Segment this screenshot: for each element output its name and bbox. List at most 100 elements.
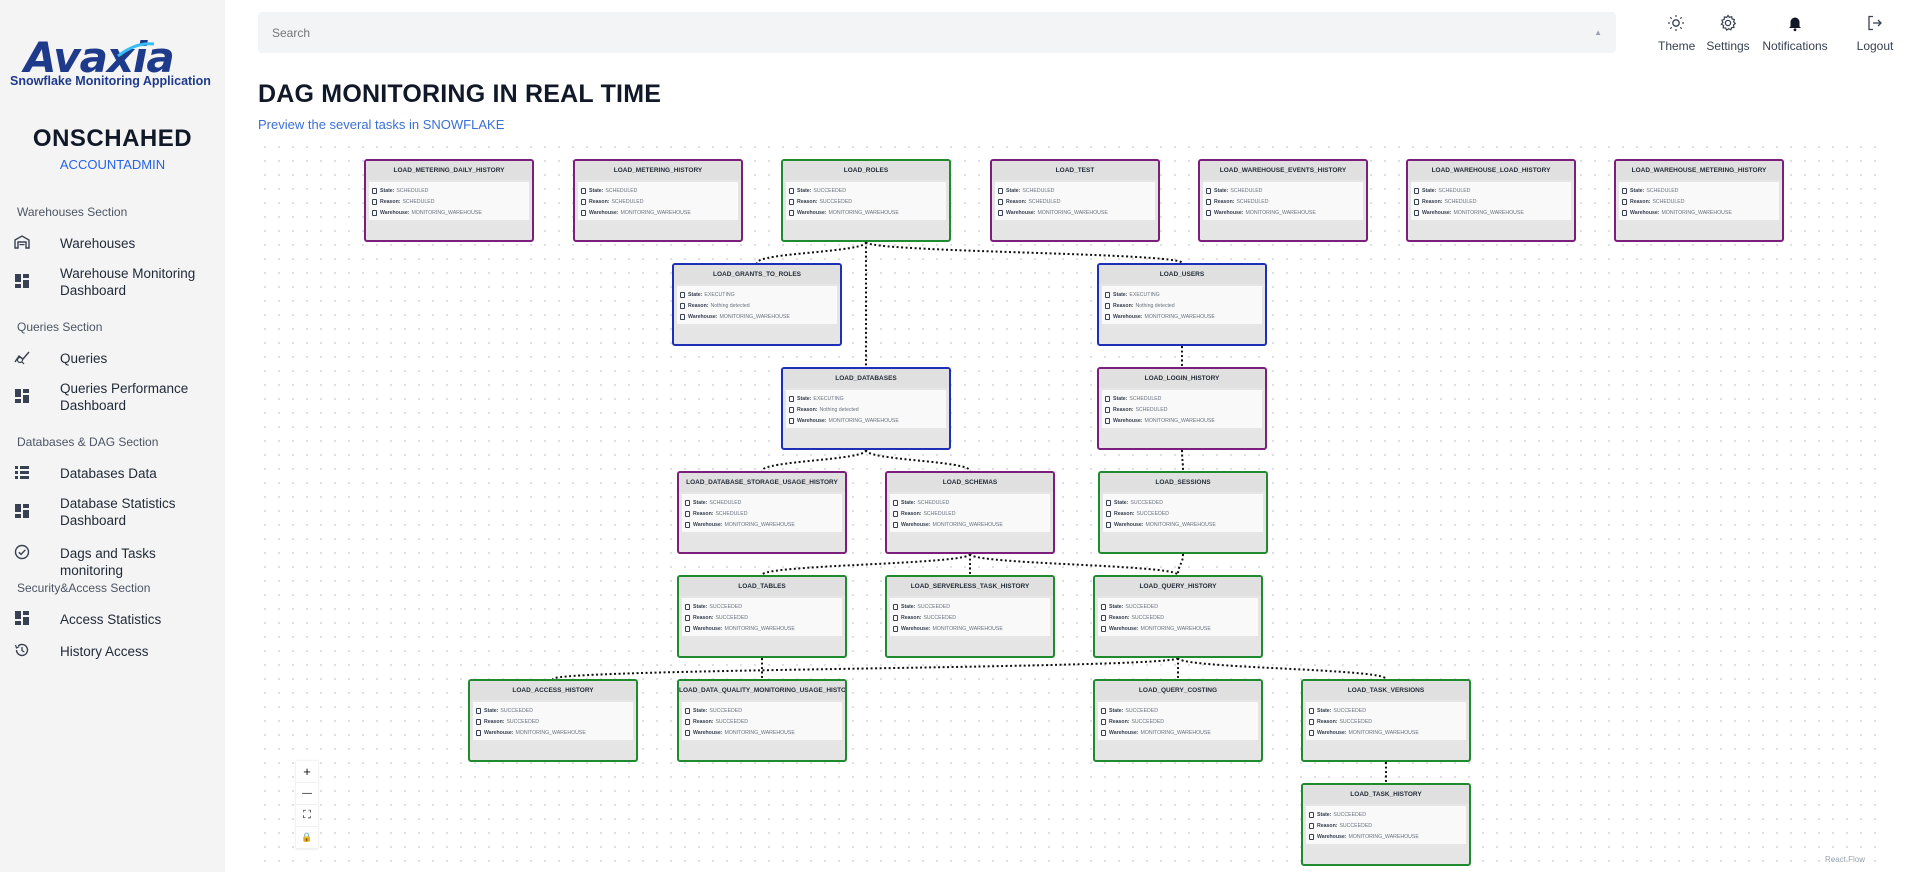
app-logo[interactable]: Avaxia Snowflake Monitoring Application xyxy=(10,36,211,92)
dag-node[interactable]: LOAD_WAREHOUSE_METERING_HISTORY State: SCH… xyxy=(1614,159,1784,242)
dag-node[interactable]: LOAD_DATABASE_STORAGE_USAGE_HISTORY State… xyxy=(677,471,847,554)
sidebar-item-label: Warehouses xyxy=(60,236,136,251)
dag-node-handle[interactable] xyxy=(1387,864,1389,866)
dag-node-warehouse-row: Warehouse: MONITORING_WAREHOUSE xyxy=(685,519,839,530)
info-icon xyxy=(476,718,481,725)
warehouse-icon xyxy=(1309,833,1314,840)
dag-node[interactable]: LOAD_SERVERLESS_TASK_HISTORY State: SUCCEE… xyxy=(885,575,1055,658)
dag-node[interactable]: LOAD_SCHEMAS State: SCHEDULED Reason: SCHEDU… xyxy=(885,471,1055,554)
dag-node-handle[interactable] xyxy=(971,656,973,658)
dag-node-handle[interactable] xyxy=(1179,760,1181,762)
dag-node[interactable]: LOAD_LOGIN_HISTORY State: SCHEDULED Reason:… xyxy=(1097,367,1267,450)
dag-node-handle[interactable] xyxy=(1387,760,1389,762)
dag-node-state-label: State: xyxy=(688,291,703,298)
dag-node-handle[interactable] xyxy=(1076,240,1078,242)
search-input[interactable] xyxy=(258,12,1616,53)
dag-node-state-row: State: SCHEDULED xyxy=(581,185,735,196)
dag-node-handle[interactable] xyxy=(763,552,765,554)
dag-node[interactable]: LOAD_SESSIONS State: SUCCEEDED Reason: SUCCE… xyxy=(1098,471,1268,554)
react-flow-attribution[interactable]: React Flow xyxy=(1825,855,1865,864)
sidebar-item-databases-data[interactable]: Databases Data xyxy=(0,463,225,483)
dag-node-state-row: State: EXECUTING xyxy=(789,393,943,404)
dag-node-body: State: SUCCEEDED Reason: SUCCEEDED Warehouse… xyxy=(1306,806,1466,844)
dag-node-warehouse-value: MONITORING_WAREHOUSE xyxy=(932,625,1003,632)
dag-node-handle[interactable] xyxy=(1700,240,1702,242)
dag-node[interactable]: LOAD_ROLES State: SUCCEEDED Reason: SUCCEEDE… xyxy=(781,159,951,242)
dag-node[interactable]: LOAD_TABLES State: SUCCEEDED Reason: SUCCEED… xyxy=(677,575,847,658)
dag-node-warehouse-label: Warehouse: xyxy=(901,521,931,528)
dag-node-warehouse-label: Warehouse: xyxy=(1113,313,1143,320)
warehouse-icon xyxy=(685,625,690,632)
dag-node-state-value: SUCCEEDED xyxy=(709,707,742,714)
sidebar-item-queries[interactable]: Queries xyxy=(0,348,225,368)
dag-node-title: LOAD_USERS xyxy=(1099,265,1265,284)
sidebar-item-warehouse-monitoring-dashboard[interactable]: Warehouse Monitoring Dashboard xyxy=(0,264,225,298)
dag-node[interactable]: LOAD_TASK_HISTORY State: SUCCEEDED Reason: S… xyxy=(1301,783,1471,866)
dag-node[interactable]: LOAD_QUERY_HISTORY State: SUCCEEDED Reason:… xyxy=(1093,575,1263,658)
bell-icon xyxy=(1789,17,1801,32)
dag-node-reason-row: Reason: SCHEDULED xyxy=(1105,404,1259,415)
dag-node-warehouse-value: MONITORING_WAREHOUSE xyxy=(1037,209,1108,216)
dag-node[interactable]: LOAD_WAREHOUSE_EVENTS_HISTORY State: SCHED… xyxy=(1198,159,1368,242)
sidebar-item-warehouses[interactable]: Warehouses xyxy=(0,233,225,253)
dag-node[interactable]: LOAD_TEST State: SCHEDULED Reason: SCHEDULED… xyxy=(990,159,1160,242)
hourglass-icon xyxy=(1101,603,1106,610)
dag-node[interactable]: LOAD_USERS State: EXECUTING Reason: Nothing … xyxy=(1097,263,1267,346)
warehouse-icon xyxy=(998,209,1003,216)
fit-view-button[interactable]: ⛶ xyxy=(296,805,318,827)
zoom-out-button[interactable]: — xyxy=(296,783,318,805)
dag-node-handle[interactable] xyxy=(1183,448,1185,450)
dag-node[interactable]: LOAD_DATA_QUALITY_MONITORING_USAGE_HISTO… xyxy=(677,679,847,762)
dag-node-handle[interactable] xyxy=(659,240,661,242)
dag-node[interactable]: LOAD_METERING_DAILY_HISTORY State: SCHEDUL… xyxy=(364,159,534,242)
theme-button[interactable]: Theme xyxy=(1658,14,1696,53)
info-icon xyxy=(1106,510,1111,517)
dag-node-reason-row: Reason: SCHEDULED xyxy=(1206,196,1360,207)
dag-node-state-row: State: SUCCEEDED xyxy=(789,185,943,196)
account-name: ONSCHAHED xyxy=(32,125,193,152)
theme-label: Theme xyxy=(1658,39,1696,53)
hourglass-icon xyxy=(893,603,898,610)
dag-node[interactable]: LOAD_GRANTS_TO_ROLES State: EXECUTING Reaso… xyxy=(672,263,842,346)
dag-node[interactable]: LOAD_WAREHOUSE_LOAD_HISTORY State: SCHEDUL… xyxy=(1406,159,1576,242)
sidebar-item-history-access[interactable]: History Access xyxy=(0,641,225,661)
dag-node[interactable]: LOAD_ACCESS_HISTORY State: SUCCEEDED Reason… xyxy=(468,679,638,762)
sidebar-item-access-statistics[interactable]: Access Statistics xyxy=(0,609,225,629)
dag-node-state-label: State: xyxy=(693,499,708,506)
hourglass-icon xyxy=(789,395,794,402)
dag-node-handle[interactable] xyxy=(867,448,869,450)
dag-node[interactable]: LOAD_QUERY_COSTING State: SUCCEEDED Reason:… xyxy=(1093,679,1263,762)
dag-node-handle[interactable] xyxy=(1184,552,1186,554)
info-icon xyxy=(893,614,898,621)
sidebar-item-queries-performance-dashboard[interactable]: Queries Performance Dashboard xyxy=(0,379,225,413)
dag-node-handle[interactable] xyxy=(758,344,760,346)
sidebar-item-database-statistics-dashboard[interactable]: Database Statistics Dashboard xyxy=(0,494,225,528)
dag-node-handle[interactable] xyxy=(867,240,869,242)
dag-node-reason-row: Reason: SUCCEEDED xyxy=(893,612,1047,623)
notifications-button[interactable]: Notifications xyxy=(1762,14,1828,53)
dag-node-state-value: EXECUTING xyxy=(704,291,735,298)
dag-node-handle[interactable] xyxy=(1284,240,1286,242)
dag-node-warehouse-value: MONITORING_WAREHOUSE xyxy=(724,521,795,528)
dag-node-handle[interactable] xyxy=(450,240,452,242)
dag-node-handle[interactable] xyxy=(554,760,556,762)
dag-node-reason-label: Reason: xyxy=(693,614,714,621)
dag-node-state-label: State: xyxy=(693,707,708,714)
dag-node-state-label: State: xyxy=(589,187,604,194)
zoom-in-button[interactable]: + xyxy=(296,761,318,783)
dag-node-handle[interactable] xyxy=(763,656,765,658)
dag-node[interactable]: LOAD_METERING_HISTORY State: SCHEDULED Reas… xyxy=(573,159,743,242)
dag-node-handle[interactable] xyxy=(1179,656,1181,658)
dag-node[interactable]: LOAD_TASK_VERSIONS State: SUCCEEDED Reason:… xyxy=(1301,679,1471,762)
dag-node-handle[interactable] xyxy=(763,760,765,762)
dag-node[interactable]: LOAD_DATABASES State: EXECUTING Reason: Noth… xyxy=(781,367,951,450)
search-bar[interactable]: ▲ xyxy=(258,12,1616,53)
dag-node-body: State: SUCCEEDED Reason: SUCCEEDED Warehouse… xyxy=(682,598,842,636)
logout-button[interactable]: Logout xyxy=(1852,14,1898,53)
dag-node-handle[interactable] xyxy=(1492,240,1494,242)
lock-button[interactable]: 🔒 xyxy=(296,827,318,849)
dag-node-handle[interactable] xyxy=(1183,344,1185,346)
settings-button[interactable]: Settings xyxy=(1706,14,1750,53)
dag-node-handle[interactable] xyxy=(971,552,973,554)
sidebar-item-dags-and-tasks-monitoring[interactable]: Dags and Tasks monitoring xyxy=(0,543,225,578)
